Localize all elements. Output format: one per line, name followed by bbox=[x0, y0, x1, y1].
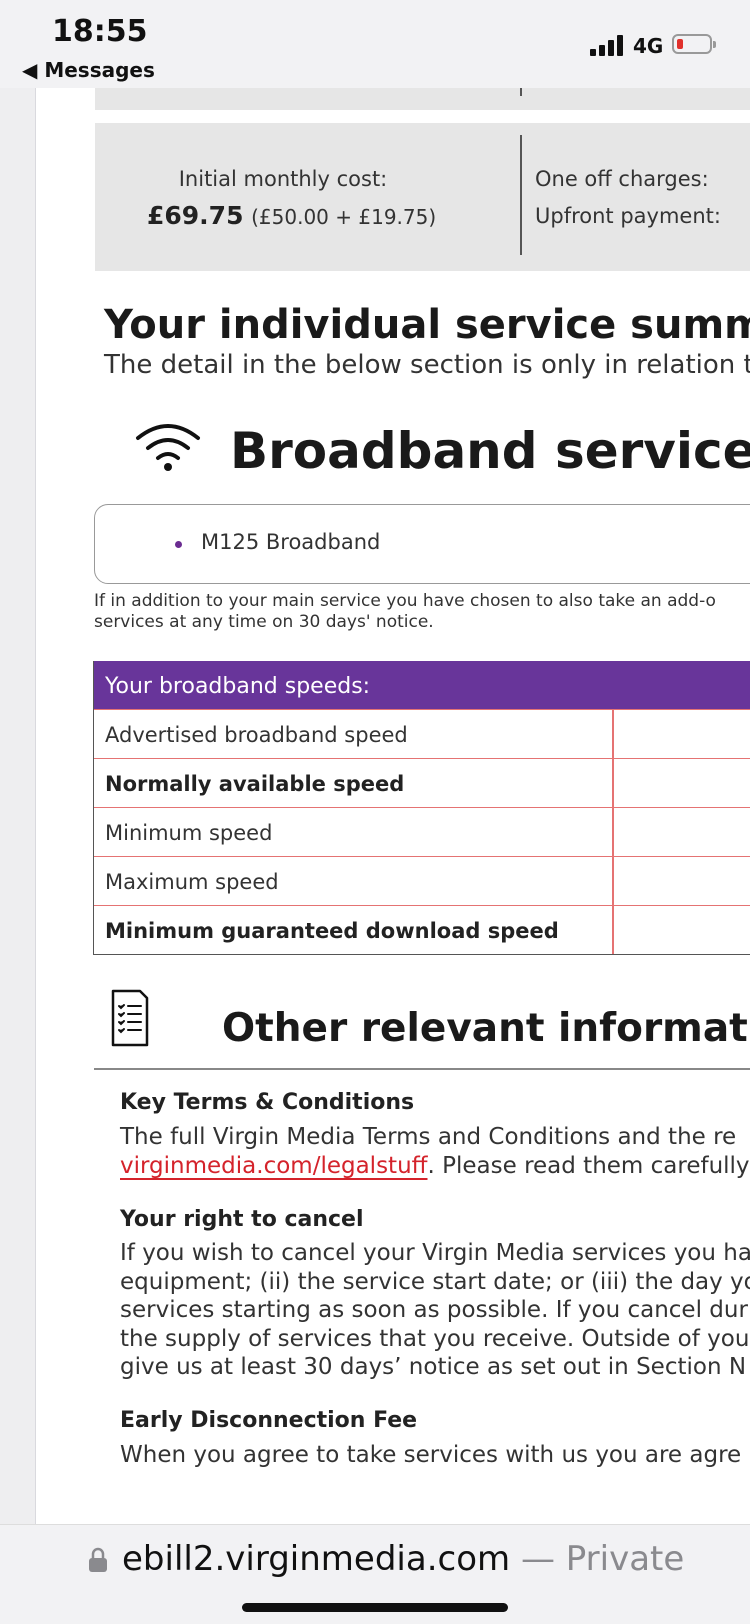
cost-summary-box: Initial monthly cost: £69.75 (£50.00 + £… bbox=[95, 123, 750, 271]
initial-cost-breakdown: (£50.00 + £19.75) bbox=[251, 205, 437, 229]
lock-icon bbox=[89, 1547, 107, 1572]
addon-note: If in addition to your main service you … bbox=[94, 591, 716, 632]
initial-cost-label: Initial monthly cost: bbox=[178, 167, 388, 191]
service-summary-heading: Your individual service summary bbox=[104, 302, 750, 348]
table-row: Minimum speed bbox=[94, 807, 750, 856]
url-text[interactable]: ebill2.virginmedia.com — Private bbox=[122, 1539, 684, 1579]
early-disconnection-title: Early Disconnection Fee bbox=[120, 1408, 418, 1433]
page-gutter bbox=[0, 88, 36, 1524]
private-mode-label: — Private bbox=[510, 1539, 685, 1579]
broadband-speeds-table: Your broadband speeds: Advertised broadb… bbox=[93, 661, 750, 955]
clock: 18:55 bbox=[52, 14, 148, 49]
speeds-table-header: Your broadband speeds: bbox=[94, 661, 750, 709]
initial-cost-value: £69.75 (£50.00 + £19.75) bbox=[147, 201, 436, 230]
header-info-strip bbox=[95, 88, 750, 110]
service-list-box: M125 Broadband bbox=[94, 504, 750, 584]
key-terms-text: The full Virgin Media Terms and Conditio… bbox=[120, 1124, 750, 1179]
broadband-services-heading: Broadband services bbox=[230, 422, 750, 480]
browser-url-bar[interactable]: ebill2.virginmedia.com — Private bbox=[0, 1524, 750, 1624]
legal-stuff-link[interactable]: virginmedia.com/legalstuff bbox=[120, 1153, 428, 1179]
bill-page[interactable]: Initial monthly cost: £69.75 (£50.00 + £… bbox=[36, 88, 750, 1524]
cellular-signal-icon bbox=[590, 34, 626, 56]
upfront-payment-label: Upfront payment: bbox=[535, 204, 721, 228]
cost-divider bbox=[520, 135, 522, 255]
home-indicator[interactable] bbox=[242, 1603, 508, 1612]
wifi-icon bbox=[136, 424, 200, 471]
key-terms-title: Key Terms & Conditions bbox=[120, 1090, 415, 1115]
charges-labels: One off charges: Upfront payment: bbox=[535, 161, 721, 235]
service-summary-subtitle: The detail in the below section is only … bbox=[104, 350, 750, 380]
status-bar: 18:55 ◀ Messages 4G bbox=[0, 0, 750, 88]
table-row: Advertised broadband speed bbox=[94, 709, 750, 758]
other-info-heading: Other relevant information bbox=[222, 1006, 750, 1051]
back-to-messages-button[interactable]: ◀ Messages bbox=[22, 58, 155, 82]
right-to-cancel-title: Your right to cancel bbox=[120, 1207, 364, 1232]
section-divider bbox=[94, 1068, 750, 1070]
service-item: M125 Broadband bbox=[201, 530, 381, 554]
table-row: Normally available speed bbox=[94, 758, 750, 807]
url-domain: ebill2.virginmedia.com bbox=[122, 1539, 511, 1579]
table-row: Maximum speed bbox=[94, 856, 750, 905]
document-checklist-icon bbox=[111, 989, 149, 1047]
table-row: Minimum guaranteed download speed bbox=[94, 905, 750, 954]
one-off-charges-label: One off charges: bbox=[535, 167, 709, 191]
initial-cost-amount: £69.75 bbox=[147, 201, 244, 230]
battery-icon bbox=[672, 34, 716, 54]
bullet-icon bbox=[175, 541, 182, 548]
right-to-cancel-text: If you wish to cancel your Virgin Media … bbox=[120, 1240, 750, 1380]
network-type: 4G bbox=[633, 34, 664, 58]
early-disconnection-text: When you agree to take services with us … bbox=[120, 1442, 742, 1468]
